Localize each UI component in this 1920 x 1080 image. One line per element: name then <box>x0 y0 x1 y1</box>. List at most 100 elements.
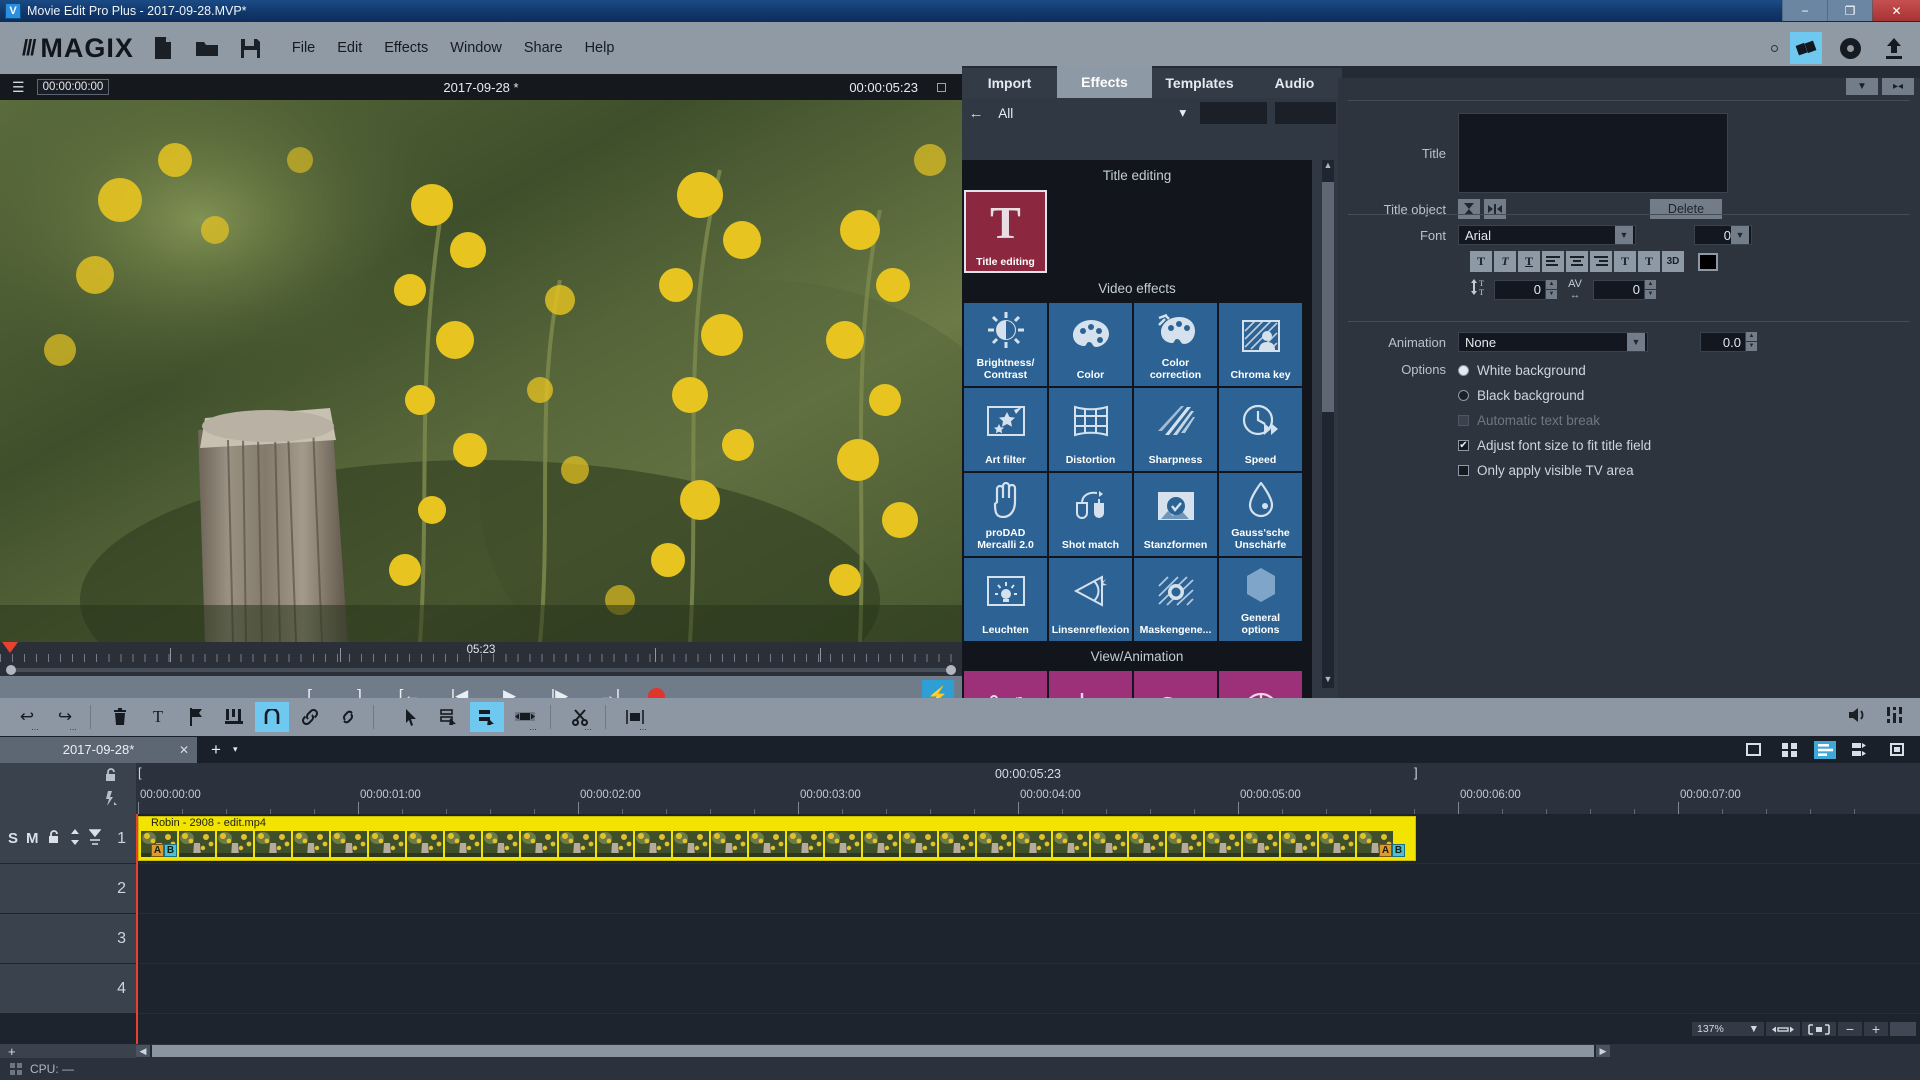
fit-selection-icon[interactable] <box>1802 1022 1836 1036</box>
range-handle-left[interactable] <box>6 665 16 675</box>
effect-title-editing[interactable]: T Title editing <box>964 190 1047 273</box>
tab-effects[interactable]: Effects <box>1057 66 1152 98</box>
effect-sharpness[interactable]: Sharpness <box>1134 388 1217 471</box>
burn-disc-icon[interactable] <box>1790 32 1822 64</box>
range-out-marker[interactable]: ] <box>1414 765 1418 780</box>
minimize-button[interactable]: − <box>1782 0 1827 21</box>
range-bar[interactable]: [ 00:00:05:23 ] <box>136 763 1920 787</box>
unlink-icon[interactable] <box>331 702 365 732</box>
search-input-secondary[interactable] <box>1274 102 1336 124</box>
panel-collapse-icon[interactable]: ▼ <box>1846 78 1878 95</box>
align-right-button[interactable] <box>1590 251 1612 272</box>
project-tab[interactable]: 2017-09-28* ✕ <box>0 736 197 763</box>
record-icon[interactable] <box>1834 32 1866 64</box>
zoom-extra-button[interactable] <box>1890 1022 1916 1036</box>
timeline-clip[interactable]: Robin - 2908 - edit.mp4 A B A B <box>138 816 1416 861</box>
effect-chroma-key[interactable]: Chroma key <box>1219 303 1302 386</box>
loop-icon[interactable] <box>255 702 289 732</box>
animation-speed-input[interactable]: 0.0 <box>1700 332 1746 352</box>
expand-icon[interactable] <box>937 82 946 92</box>
stretch-mode-icon[interactable]: … <box>508 702 542 732</box>
range-in-marker[interactable]: [ <box>138 765 142 780</box>
zoom-out-icon[interactable]: − <box>1838 1021 1862 1037</box>
effect-camera-section[interactable] <box>1134 671 1217 698</box>
menu-effects[interactable]: Effects <box>384 40 428 56</box>
animation-dropdown[interactable]: None ▼ <box>1458 332 1648 352</box>
underline-button[interactable]: T <box>1518 251 1540 272</box>
track-header-4[interactable]: 4 <box>0 964 136 1014</box>
open-folder-icon[interactable] <box>192 33 222 63</box>
clip-ab-badge-left[interactable]: A B <box>151 844 177 857</box>
fit-width-icon[interactable] <box>1766 1022 1800 1036</box>
fullscreen-icon[interactable] <box>1886 741 1908 759</box>
option-adjust-font-size[interactable]: ✔ Adjust font size to fit title field <box>1458 433 1651 458</box>
close-icon[interactable]: ✕ <box>179 743 189 757</box>
effects-grid-scroll[interactable]: Title editing T Title editing Video effe… <box>962 160 1312 698</box>
timecode-ruler[interactable]: 00:00:00:00 00:00:01:00 00:00:02:00 00:0… <box>136 787 1920 814</box>
effect-gausssche-unschaerfe[interactable]: Gauss'sche Unschärfe <box>1219 473 1302 556</box>
scroll-left-arrow-icon[interactable]: ◀ <box>136 1045 150 1057</box>
menu-help[interactable]: Help <box>585 40 615 56</box>
category-dropdown[interactable]: All ▾ <box>992 102 1193 124</box>
menu-share[interactable]: Share <box>524 40 563 56</box>
timeline-horizontal-scroll[interactable]: + ◀ ▶ 137% ▼ − + <box>0 1021 1920 1059</box>
mixer-icon[interactable] <box>1886 706 1906 728</box>
effect-maskengenerator[interactable]: Maskengene... <box>1134 558 1217 641</box>
marker-icon[interactable] <box>179 702 213 732</box>
option-black-background[interactable]: Black background <box>1458 383 1651 408</box>
save-disk-icon[interactable] <box>236 33 266 63</box>
video-preview-image[interactable] <box>0 100 962 642</box>
align-left-button[interactable] <box>1542 251 1564 272</box>
font-size-dropdown[interactable]: 0 ▼ <box>1694 225 1752 245</box>
scroll-thumb[interactable] <box>1322 182 1334 412</box>
hscroll-thumb[interactable] <box>152 1045 1594 1057</box>
track-row-4[interactable] <box>136 964 1920 1014</box>
effect-leuchten[interactable]: Leuchten <box>964 558 1047 641</box>
italic-button[interactable]: T <box>1494 251 1516 272</box>
close-button[interactable]: ✕ <box>1872 0 1920 21</box>
outline-button[interactable]: T <box>1614 251 1636 272</box>
align-center-button[interactable] <box>1566 251 1588 272</box>
track-row-3[interactable] <box>136 914 1920 964</box>
search-input[interactable] <box>1200 102 1267 124</box>
redo-icon[interactable]: ↪… <box>48 702 82 732</box>
pool-scrollbar[interactable]: ▲ ▼ <box>1322 160 1334 688</box>
tab-audio[interactable]: Audio <box>1247 68 1342 98</box>
zoom-level-dropdown[interactable]: 137% ▼ <box>1692 1022 1764 1036</box>
storyboard-view-icon[interactable] <box>1742 741 1764 759</box>
menu-window[interactable]: Window <box>450 40 502 56</box>
effect-distortion[interactable]: Distortion <box>1049 388 1132 471</box>
zoom-in-icon[interactable]: + <box>1864 1021 1888 1037</box>
track-header-1[interactable]: S M 1 <box>0 814 136 864</box>
shadow-button[interactable]: T <box>1638 251 1660 272</box>
animation-speed-stepper[interactable]: ▲ ▼ <box>1746 332 1757 352</box>
upload-icon[interactable] <box>1878 32 1910 64</box>
mouse-arrow-icon[interactable] <box>394 702 428 732</box>
maximize-button[interactable]: ❐ <box>1827 0 1872 21</box>
auto-render-icon[interactable] <box>102 791 118 811</box>
scroll-down-arrow-icon[interactable]: ▼ <box>1322 674 1334 688</box>
multicam-view-icon[interactable] <box>1850 741 1872 759</box>
single-object-mode-icon[interactable] <box>432 702 466 732</box>
effect-prodad-mercalli[interactable]: proDAD Mercalli 2.0 <box>964 473 1047 556</box>
track-header-3[interactable]: 3 <box>0 914 136 964</box>
preview-playhead[interactable] <box>2 642 18 653</box>
track-row-1[interactable]: Robin - 2908 - edit.mp4 A B A B <box>136 814 1920 864</box>
three-d-button[interactable]: 3D <box>1662 251 1684 272</box>
effect-brightness-contrast[interactable]: Brightness/ Contrast <box>964 303 1047 386</box>
timeline-view-icon[interactable] <box>1814 740 1836 759</box>
effect-art-filter[interactable]: Art filter <box>964 388 1047 471</box>
font-family-dropdown[interactable]: Arial ▼ <box>1458 225 1636 245</box>
tab-import[interactable]: Import <box>962 68 1057 98</box>
cut-icon[interactable]: … <box>563 702 597 732</box>
back-arrow-icon[interactable]: ← <box>968 105 984 122</box>
hscroll-track[interactable]: ◀ ▶ <box>136 1045 1610 1057</box>
track-header-2[interactable]: 2 <box>0 864 136 914</box>
option-white-background[interactable]: White background <box>1458 358 1651 383</box>
scroll-right-arrow-icon[interactable]: ▶ <box>1596 1045 1610 1057</box>
mute-button[interactable]: M <box>26 830 39 847</box>
bold-button[interactable]: T <box>1470 251 1492 272</box>
add-track-button[interactable]: + <box>0 1044 136 1059</box>
track-row-2[interactable] <box>136 864 1920 914</box>
effect-color-correction[interactable]: Color correction <box>1134 303 1217 386</box>
